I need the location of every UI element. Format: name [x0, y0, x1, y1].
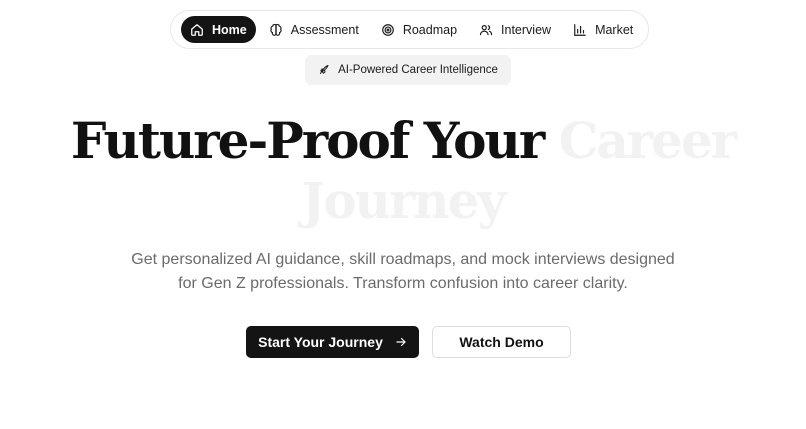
start-journey-label: Start Your Journey: [258, 334, 383, 350]
landing-page: Home Assessment Roadmap Interview Market…: [0, 0, 806, 429]
badge-label: AI-Powered Career Intelligence: [338, 64, 498, 76]
nav-item-home[interactable]: Home: [181, 16, 256, 43]
nav-item-market[interactable]: Market: [564, 16, 642, 43]
main-nav: Home Assessment Roadmap Interview Market: [170, 10, 649, 49]
hero-subtitle: Get personalized AI guidance, skill road…: [0, 248, 806, 296]
start-journey-button[interactable]: Start Your Journey: [246, 326, 419, 358]
hero-title-dark: Future-Proof Your: [70, 111, 545, 170]
nav-item-label: Market: [595, 22, 634, 37]
nav-item-label: Home: [212, 22, 247, 37]
hero-title-faint-journey: Journey: [301, 171, 507, 230]
watch-demo-label: Watch Demo: [459, 334, 544, 350]
nav-item-label: Assessment: [290, 22, 359, 37]
subtitle-line-1: Get personalized AI guidance, skill road…: [131, 251, 675, 268]
hero-title-faint-career: Career: [558, 111, 738, 170]
home-icon: [191, 23, 203, 36]
nav-item-interview[interactable]: Interview: [470, 16, 560, 43]
rocket-icon: [320, 65, 329, 74]
bar-chart-icon: [574, 23, 586, 36]
users-icon: [479, 24, 493, 35]
hero-title: Future-Proof Your Career: [0, 106, 806, 176]
watch-demo-button[interactable]: Watch Demo: [432, 326, 571, 358]
target-icon: [381, 23, 394, 36]
nav-item-label: Interview: [501, 22, 552, 37]
subtitle-line-2: for Gen Z professionals. Transform confu…: [178, 275, 628, 292]
feature-badge: AI-Powered Career Intelligence: [305, 55, 511, 85]
arrow-right-icon: [396, 337, 406, 347]
nav-item-label: Roadmap: [402, 22, 458, 37]
brain-icon: [270, 23, 282, 36]
nav-item-assessment[interactable]: Assessment: [260, 16, 368, 43]
nav-item-roadmap[interactable]: Roadmap: [372, 16, 466, 43]
